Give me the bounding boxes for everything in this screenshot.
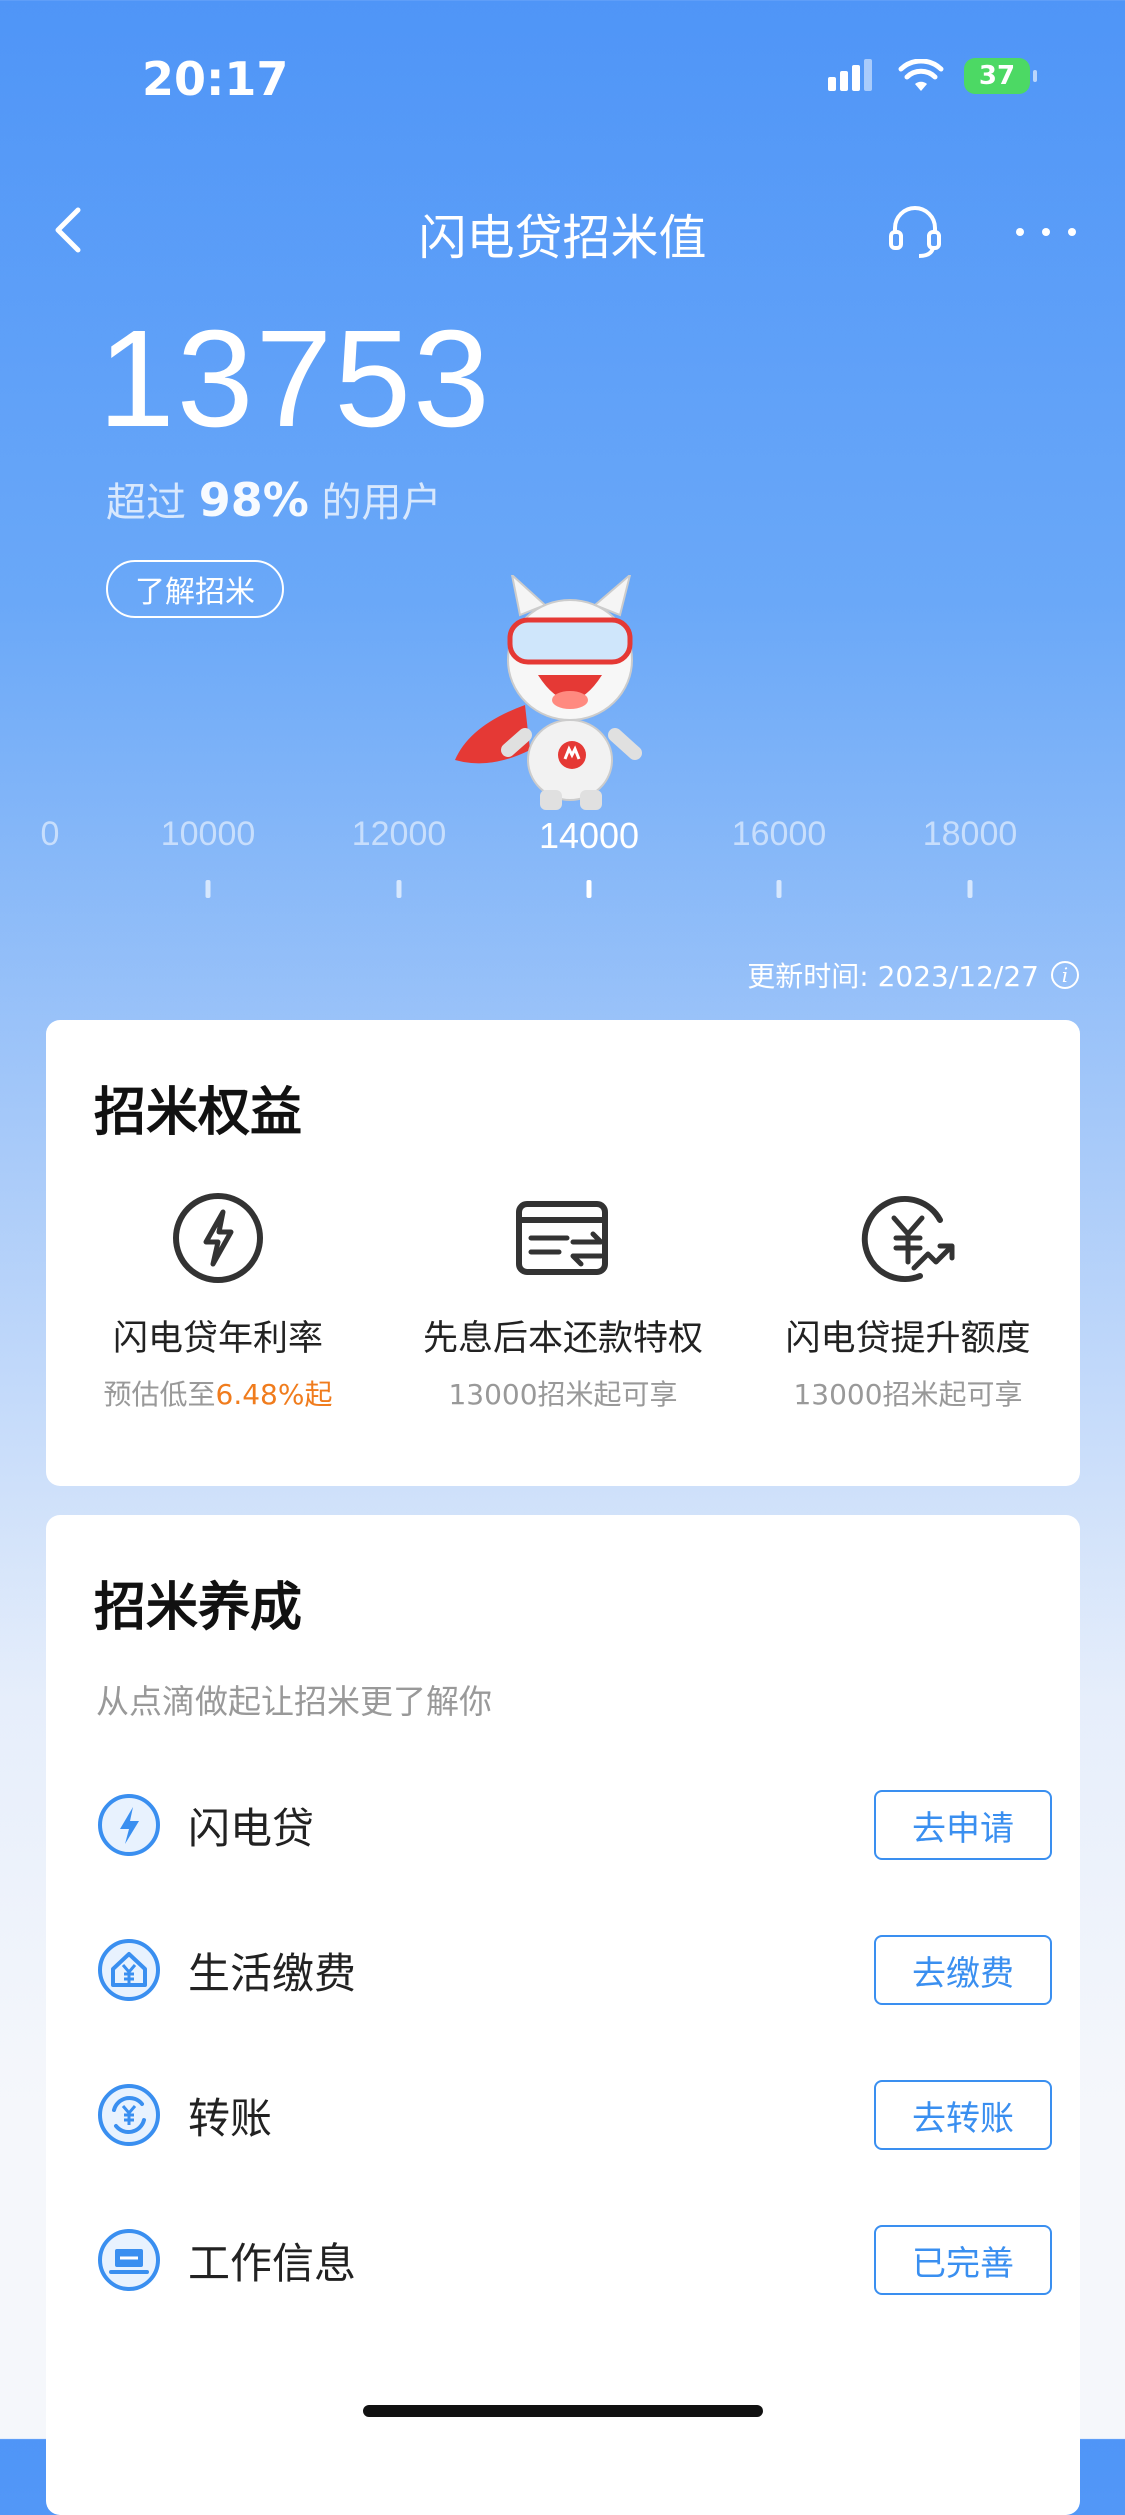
benefit-item-repayment[interactable]: 先息后本还款特权 13000招米起可享 [391,1190,735,1413]
benefit-sub-highlight: 6.48%起 [215,1378,333,1411]
cellular-signal-icon [828,59,872,91]
scale-tick [967,880,973,898]
pay-bills-button[interactable]: 去缴费 [874,1935,1052,2005]
benefits-title: 招米权益 [94,1083,303,1143]
scale-tick [396,880,402,898]
learn-button[interactable]: 了解招米 [106,560,284,618]
completed-button[interactable]: 已完善 [874,2225,1052,2295]
status-time: 20:17 [142,52,289,106]
percent-value: 98% [198,473,309,527]
scale-label-active: 14000 [538,815,640,856]
scale-label: 16000 [731,815,827,853]
percent-prefix: 超过 [106,480,199,526]
benefit-name: 先息后本还款特权 [422,1319,703,1359]
benefit-sub: 预估低至6.48%起 [46,1373,390,1413]
scale-tick-active [586,880,592,898]
apply-button[interactable]: 去申请 [874,1790,1052,1860]
mascot-illustration [455,575,642,810]
house-yen-icon [98,1939,160,2001]
task-row-bills: 生活缴费 去缴费 [96,1925,1052,2015]
info-icon[interactable]: i [1051,961,1079,989]
benefits-card: 招米权益 闪电贷年利率 预估低至6.48%起 先息后本还款特权 13000招米起… [46,1020,1080,1486]
scale-label: 10000 [160,815,256,853]
scale-label: 18000 [922,815,1018,853]
task-label: 生活缴费 [188,1948,357,1998]
battery-level: 37 [978,61,1016,91]
more-dots-icon[interactable] [1010,200,1082,260]
headset-icon[interactable] [885,200,945,260]
task-row-loan: 闪电贷 去申请 [96,1780,1052,1870]
update-time: 更新时间: 2023/12/27 i [747,955,1079,995]
wifi-icon [898,59,944,91]
benefit-item-limit[interactable]: 闪电贷提升额度 13000招米起可享 [736,1190,1080,1413]
percent-rank: 超过 98% 的用户 [106,470,442,528]
benefit-sub: 13000招米起可享 [793,1378,1023,1411]
benefit-sub: 13000招米起可享 [448,1378,678,1411]
task-label: 闪电贷 [188,1803,315,1853]
task-label: 转账 [188,2093,273,2143]
lightning-icon [98,1794,160,1856]
home-indicator [363,2405,763,2417]
growth-subtitle: 从点滴做起让招米更了解你 [96,1682,492,1721]
benefit-sub-prefix: 预估低至 [103,1378,216,1411]
update-time-text: 更新时间: 2023/12/27 [747,960,1039,993]
scale-tick [205,880,211,898]
growth-card: 招米养成 从点滴做起让招米更了解你 闪电贷 去申请 生活缴费 去缴费 转账 去转… [46,1515,1080,2515]
benefit-name: 闪电贷提升额度 [785,1319,1031,1359]
lightning-icon [173,1193,263,1283]
task-row-work-info: 工作信息 已完善 [96,2215,1052,2305]
laptop-icon [98,2229,160,2291]
transfer-yen-icon [98,2084,160,2146]
benefit-item-rate[interactable]: 闪电贷年利率 预估低至6.48%起 [46,1190,390,1413]
score-value: 13753 [98,302,492,456]
yen-increase-icon [861,1196,955,1282]
status-icons: 37 [826,58,1037,94]
scale-tick [776,880,782,898]
task-label: 工作信息 [188,2238,357,2288]
task-row-transfer: 转账 去转账 [96,2070,1052,2160]
transfer-button[interactable]: 去转账 [874,2080,1052,2150]
card-transfer-icon [516,1201,608,1275]
scale-label: 12000 [351,815,447,853]
scale-label: 0 [40,815,60,853]
growth-title: 招米养成 [94,1578,303,1638]
page-title: 闪电贷招米值 [418,210,707,266]
percent-suffix: 的用户 [308,480,442,526]
benefit-name: 闪电贷年利率 [112,1319,323,1359]
battery-icon: 37 [964,58,1037,94]
